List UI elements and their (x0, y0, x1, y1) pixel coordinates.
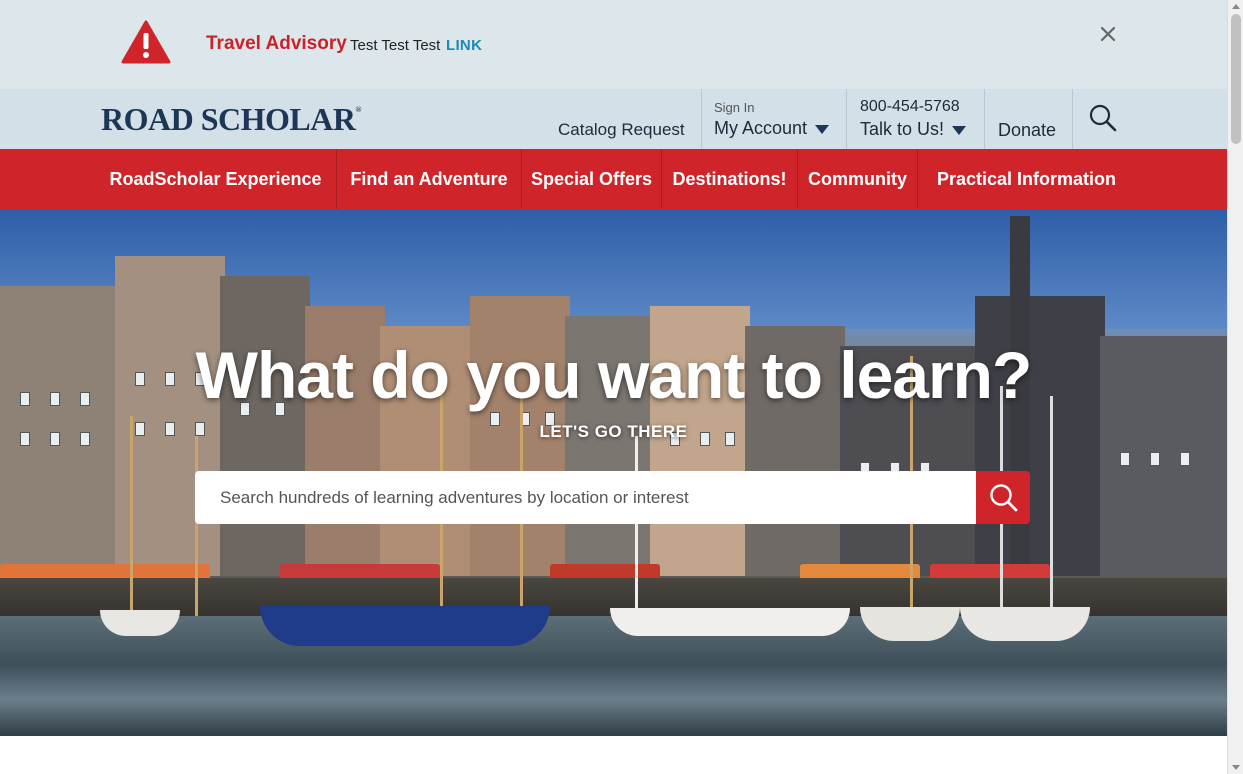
hero-title: What do you want to learn? (195, 338, 1033, 412)
hero-subtitle: LET'S GO THERE (539, 422, 688, 441)
talk-to-us-dropdown[interactable]: 800-454-5768 Talk to Us! (860, 98, 967, 140)
header-divider (984, 89, 985, 149)
scroll-up-arrow-icon[interactable] (1232, 4, 1240, 9)
donate-link[interactable]: Donate (998, 120, 1056, 141)
close-icon[interactable] (1096, 22, 1120, 46)
nav-item-community[interactable]: Community (798, 149, 917, 209)
nav-item-destinations[interactable]: Destinations! (662, 149, 797, 209)
header-divider (1072, 89, 1073, 149)
page-scrollbar[interactable] (1227, 0, 1243, 774)
logo-text: ROAD SCHOLAR (101, 101, 356, 137)
my-account-dropdown[interactable]: Sign In My Account (714, 100, 830, 139)
hero-section: What do you want to learn? LET'S GO THER… (0, 209, 1227, 736)
nav-item-roadscholar-experience[interactable]: RoadScholar Experience (95, 149, 336, 209)
phone-number: 800-454-5768 (860, 98, 960, 115)
hero-search-button[interactable] (976, 471, 1030, 524)
logo-registered-mark: ® (355, 105, 361, 114)
nav-item-special-offers[interactable]: Special Offers (522, 149, 661, 209)
search-icon[interactable] (1088, 103, 1118, 133)
main-nav: RoadScholar Experience Find an Adventure… (0, 149, 1227, 209)
hero-search-input[interactable] (195, 471, 976, 524)
header-divider (701, 89, 702, 149)
advisory-message: Test Test Test (350, 37, 441, 54)
catalog-request-link[interactable]: Catalog Request (558, 120, 685, 140)
nav-item-practical-information[interactable]: Practical Information (918, 149, 1135, 209)
talk-to-us-label: Talk to Us! (860, 119, 967, 140)
scroll-down-arrow-icon[interactable] (1232, 765, 1240, 770)
site-header: ROAD SCHOLAR® Catalog Request Sign In My… (0, 89, 1227, 149)
advisory-link[interactable]: LINK (446, 37, 482, 54)
advisory-title: Travel Advisory (206, 33, 347, 54)
caret-down-icon (952, 125, 967, 135)
nav-item-find-an-adventure[interactable]: Find an Adventure (337, 149, 521, 209)
sign-in-label: Sign In (714, 100, 755, 115)
warning-triangle-icon (121, 20, 171, 64)
road-scholar-logo[interactable]: ROAD SCHOLAR® (101, 101, 362, 138)
header-divider (846, 89, 847, 149)
my-account-label: My Account (714, 118, 830, 139)
search-icon (990, 484, 1018, 512)
scrollbar-thumb[interactable] (1231, 14, 1241, 144)
caret-down-icon (815, 124, 830, 134)
travel-advisory-banner: Travel Advisory Test Test Test LINK (0, 0, 1227, 89)
